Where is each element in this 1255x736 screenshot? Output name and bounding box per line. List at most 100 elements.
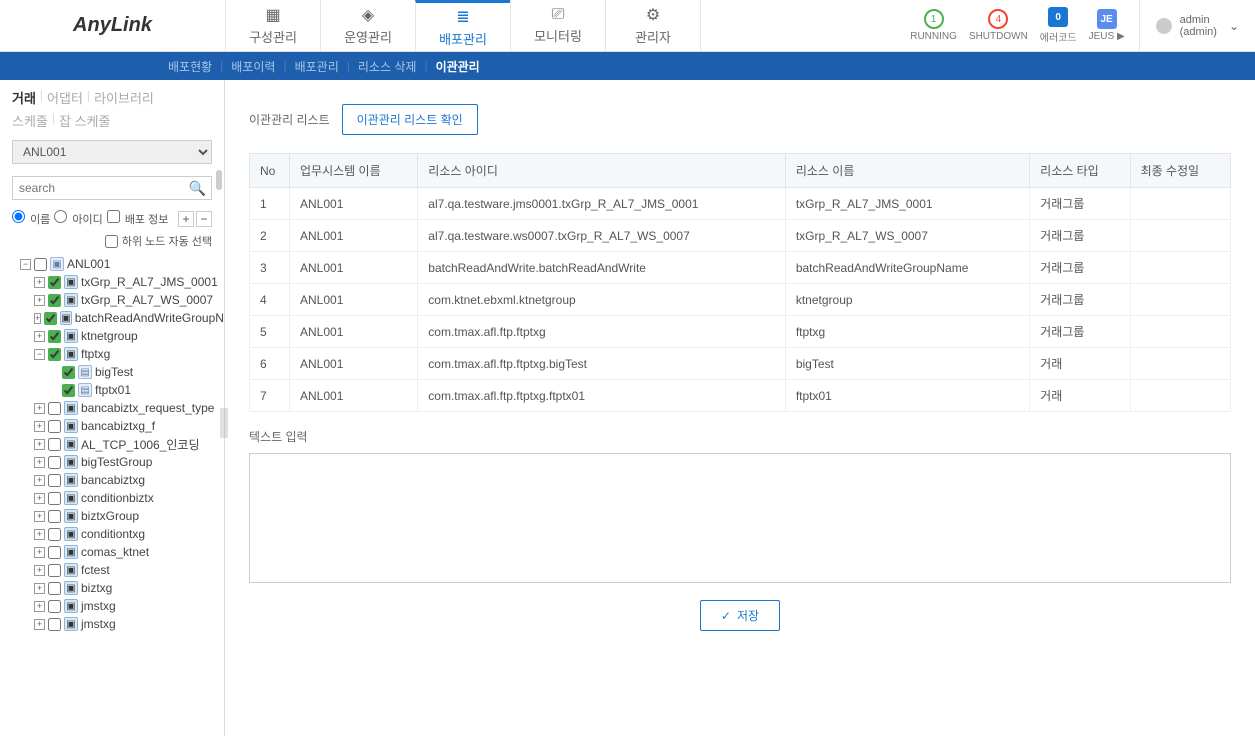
- tree-item[interactable]: txGrp_R_AL7_WS_0007: [81, 293, 213, 307]
- tree-toggle[interactable]: +: [34, 277, 45, 288]
- tree-checkbox[interactable]: [44, 312, 57, 325]
- tree-toggle[interactable]: +: [34, 331, 45, 342]
- side-tab-trade[interactable]: 거래: [12, 88, 36, 107]
- status-jeus[interactable]: JEJEUS ▶: [1089, 9, 1125, 42]
- tree-item[interactable]: bancabiztxg: [81, 473, 145, 487]
- tree-checkbox[interactable]: [48, 438, 61, 451]
- subnav-deploy-status[interactable]: 배포현황: [168, 58, 212, 75]
- scrollbar[interactable]: [216, 170, 222, 190]
- text-input[interactable]: [249, 453, 1231, 583]
- tree-item[interactable]: comas_ktnet: [81, 545, 149, 559]
- tree-checkbox[interactable]: [34, 258, 47, 271]
- side-tab-adapter[interactable]: 어댑터: [47, 88, 83, 107]
- tree-checkbox[interactable]: [48, 420, 61, 433]
- tree-item[interactable]: ftptx01: [95, 383, 131, 397]
- tree-item[interactable]: biztxGroup: [81, 509, 139, 523]
- subnav-deploy-manage[interactable]: 배포관리: [295, 58, 339, 75]
- tree-toggle[interactable]: +: [34, 529, 45, 540]
- table-row[interactable]: 1ANL001al7.qa.testware.jms0001.txGrp_R_A…: [250, 188, 1231, 220]
- filter-name-radio[interactable]: 이름: [12, 210, 50, 227]
- tree-toggle[interactable]: +: [34, 313, 41, 324]
- search-input[interactable]: [12, 176, 212, 200]
- tree-checkbox[interactable]: [62, 384, 75, 397]
- status-shutdown[interactable]: 4SHUTDOWN: [969, 9, 1028, 42]
- tree-checkbox[interactable]: [48, 618, 61, 631]
- tree-checkbox[interactable]: [48, 492, 61, 505]
- tree-toggle[interactable]: +: [34, 583, 45, 594]
- tree-checkbox[interactable]: [48, 600, 61, 613]
- user-menu[interactable]: admin(admin) ⌄: [1139, 0, 1255, 51]
- tree-toggle[interactable]: +: [34, 457, 45, 468]
- status-running[interactable]: 1RUNNING: [910, 9, 957, 42]
- tree-item[interactable]: bancabiztx_request_type: [81, 401, 214, 415]
- tree-toggle[interactable]: +: [34, 601, 45, 612]
- tree-item[interactable]: ftptxg: [81, 347, 110, 361]
- side-tab-job-schedule[interactable]: 잡 스케줄: [59, 111, 110, 130]
- tab-monitoring[interactable]: ⎚모니터링: [510, 0, 605, 51]
- side-tab-library[interactable]: 라이브러리: [94, 88, 154, 107]
- tree-toggle[interactable]: +: [34, 403, 45, 414]
- subnav-resource-delete[interactable]: 리소스 삭제: [358, 58, 417, 75]
- tree-item[interactable]: biztxg: [81, 581, 112, 595]
- tree-item[interactable]: conditionbiztx: [81, 491, 154, 505]
- tree-checkbox[interactable]: [48, 294, 61, 307]
- tree-checkbox[interactable]: [48, 330, 61, 343]
- table-row[interactable]: 6ANL001com.tmax.afl.ftp.ftptxg.bigTestbi…: [250, 348, 1231, 380]
- tree-toggle[interactable]: −: [34, 349, 45, 360]
- tree-checkbox[interactable]: [48, 474, 61, 487]
- auto-select-cb[interactable]: [105, 235, 118, 248]
- tree-toggle[interactable]: −: [20, 259, 31, 270]
- tree-checkbox[interactable]: [48, 456, 61, 469]
- subnav-deploy-history[interactable]: 배포이력: [231, 58, 275, 75]
- tree-toggle[interactable]: +: [34, 439, 45, 450]
- side-tab-schedule[interactable]: 스케줄: [12, 111, 48, 130]
- table-row[interactable]: 4ANL001com.ktnet.ebxml.ktnetgroupktnetgr…: [250, 284, 1231, 316]
- tree-item[interactable]: ktnetgroup: [81, 329, 138, 343]
- subnav-migration[interactable]: 이관관리: [436, 58, 480, 75]
- tree-item[interactable]: bancabiztxg_f: [81, 419, 155, 433]
- tree-item[interactable]: bigTest: [95, 365, 133, 379]
- tree-checkbox[interactable]: [48, 582, 61, 595]
- search-icon[interactable]: 🔍: [189, 180, 206, 197]
- resize-handle[interactable]: [220, 408, 228, 438]
- tree-item[interactable]: jmstxg: [81, 599, 116, 613]
- tree-item[interactable]: conditiontxg: [81, 527, 145, 541]
- tree-checkbox[interactable]: [48, 528, 61, 541]
- tree-toggle[interactable]: +: [34, 511, 45, 522]
- tree-item[interactable]: batchReadAndWriteGroupNa: [75, 311, 224, 325]
- tree-root[interactable]: ANL001: [67, 257, 110, 271]
- tree-checkbox[interactable]: [48, 510, 61, 523]
- tree-checkbox[interactable]: [48, 564, 61, 577]
- tab-admin[interactable]: ⚙관리자: [605, 0, 700, 51]
- tree-item[interactable]: jmstxg: [81, 617, 116, 631]
- system-select[interactable]: ANL001: [12, 140, 212, 164]
- expand-button[interactable]: +: [178, 211, 194, 227]
- table-row[interactable]: 7ANL001com.tmax.afl.ftp.ftptxg.ftptx01ft…: [250, 380, 1231, 412]
- tree-toggle[interactable]: +: [34, 421, 45, 432]
- tab-deploy[interactable]: ≣배포관리: [415, 0, 510, 51]
- tree-toggle[interactable]: +: [34, 475, 45, 486]
- table-row[interactable]: 3ANL001batchReadAndWrite.batchReadAndWri…: [250, 252, 1231, 284]
- confirm-list-button[interactable]: 이관관리 리스트 확인: [342, 104, 478, 135]
- save-button[interactable]: ✓저장: [700, 600, 780, 631]
- table-row[interactable]: 5ANL001com.tmax.afl.ftp.ftptxgftptxg거래그룹: [250, 316, 1231, 348]
- tree-checkbox[interactable]: [48, 546, 61, 559]
- tree-checkbox[interactable]: [48, 276, 61, 289]
- tree-item[interactable]: txGrp_R_AL7_JMS_0001: [81, 275, 218, 289]
- tree-toggle[interactable]: +: [34, 295, 45, 306]
- tree-checkbox[interactable]: [48, 402, 61, 415]
- tree-toggle[interactable]: +: [34, 493, 45, 504]
- tree-toggle[interactable]: +: [34, 547, 45, 558]
- tree-checkbox[interactable]: [48, 348, 61, 361]
- tree-checkbox[interactable]: [62, 366, 75, 379]
- table-row[interactable]: 2ANL001al7.qa.testware.ws0007.txGrp_R_AL…: [250, 220, 1231, 252]
- tab-operation[interactable]: ◈운영관리: [320, 0, 415, 51]
- tree-toggle[interactable]: +: [34, 619, 45, 630]
- tab-config[interactable]: ▦구성관리: [225, 0, 320, 51]
- filter-deploy-cb[interactable]: 배포 정보: [107, 210, 169, 227]
- tree-item[interactable]: AL_TCP_1006_인코딩: [81, 436, 200, 453]
- status-error[interactable]: 0에러코드: [1040, 7, 1077, 44]
- filter-id-radio[interactable]: 아이디: [54, 210, 102, 227]
- tree-item[interactable]: fctest: [81, 563, 110, 577]
- tree-item[interactable]: bigTestGroup: [81, 455, 152, 469]
